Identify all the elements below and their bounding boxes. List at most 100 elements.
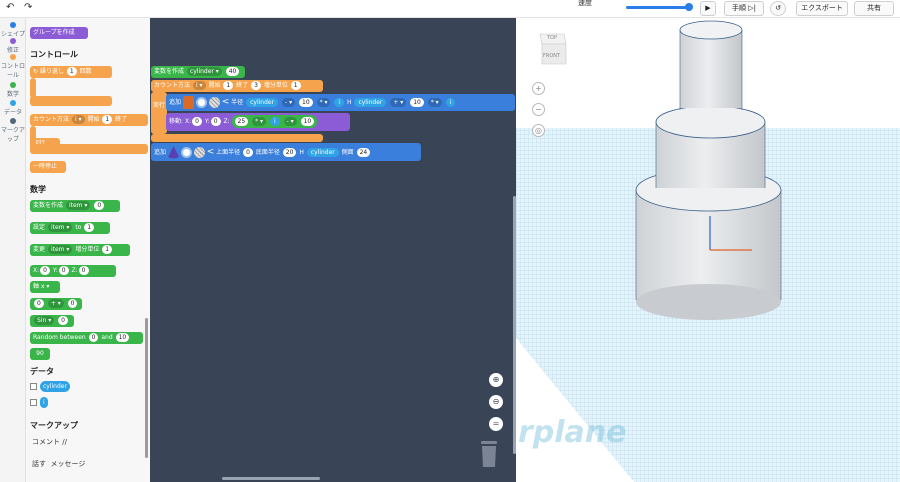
category-control[interactable]: コントロール	[0, 54, 26, 79]
palette-change-var-block[interactable]: 変更 item ▾ 増分単位 1	[30, 244, 130, 256]
ws-count-block[interactable]: カウント方法 i ▾ 開始 1 終了 3 増分単位 1	[151, 80, 323, 92]
view-cube-front[interactable]: FRONT	[543, 53, 560, 59]
share-button[interactable]: 共有	[854, 1, 894, 16]
view-cube-top[interactable]: TOP	[547, 35, 557, 41]
solid-color-icon[interactable]	[180, 147, 192, 158]
random-b[interactable]: 10	[115, 333, 130, 342]
category-modify[interactable]: 修正	[0, 38, 26, 54]
redo-icon[interactable]: ↷	[24, 2, 32, 13]
ws-bottom-radius[interactable]: 20	[282, 148, 297, 157]
sin-value[interactable]: 0	[58, 316, 68, 325]
category-math[interactable]: 数学	[0, 82, 26, 98]
ws-move-z-expr[interactable]: 25 * ▾ i - ▾ 10	[231, 115, 318, 128]
solid-color-icon[interactable]	[195, 97, 207, 108]
ws-collapse-arrow[interactable]: <	[222, 97, 230, 107]
palette-repeat-block[interactable]: ↻ 繰り返し 1 回数	[30, 66, 112, 78]
workspace-scrollbar-horizontal[interactable]	[222, 477, 320, 480]
ws-move-y[interactable]: 0	[210, 117, 221, 126]
ws-n2[interactable]: 10	[410, 98, 424, 107]
random-a[interactable]: 0	[88, 333, 99, 342]
ws-cone-var-cylinder[interactable]: cylinder	[306, 148, 339, 157]
speed-slider[interactable]	[626, 6, 688, 9]
ws-var-cylinder[interactable]: cylinder	[246, 98, 279, 107]
ws-side-value[interactable]: 24	[356, 148, 371, 157]
ws-create-var-dropdown[interactable]: cylinder ▾	[186, 67, 222, 76]
ws-op4[interactable]: * ▾	[427, 98, 442, 107]
play-button[interactable]: ▶	[700, 1, 716, 16]
zoom-reset-button[interactable]: =	[489, 417, 503, 431]
palette-pause-block[interactable]: 一時停止	[30, 161, 66, 173]
undo-icon[interactable]: ↶	[6, 2, 14, 13]
set-var-value[interactable]: 1	[84, 223, 95, 232]
view-zoom-out-button[interactable]: −	[532, 103, 545, 116]
view-cube[interactable]: TOP FRONT	[538, 30, 568, 66]
ws-move-var-i[interactable]: i	[269, 117, 280, 126]
ws-move-op[interactable]: * ▾	[252, 117, 267, 126]
palette-set-var-block[interactable]: 設定 item ▾ to 1	[30, 222, 110, 234]
palette-say-block[interactable]: 話す メッセージ	[32, 459, 85, 469]
palette-comment-block[interactable]: コメント //	[32, 437, 67, 447]
3d-viewport[interactable]	[516, 18, 900, 482]
palette-scrollbar[interactable]	[145, 318, 148, 458]
palette-create-var-block[interactable]: 変数を作成 item ▾ 0	[30, 200, 120, 212]
palette-number-block[interactable]: 90	[30, 348, 50, 360]
hole-pattern-icon[interactable]	[193, 147, 205, 158]
ws-var-i[interactable]: i	[334, 98, 345, 107]
ws-n1[interactable]: 10	[299, 98, 313, 107]
ws-count-end[interactable]: 3	[251, 81, 261, 90]
palette-count-block[interactable]: カウント方法 i ▾ 開始 1 終了	[30, 114, 148, 126]
data-checkbox-i[interactable]	[30, 399, 37, 406]
cone-shape-icon[interactable]	[167, 146, 179, 159]
arith-op-dropdown[interactable]: + ▾	[47, 299, 64, 308]
ws-top-radius[interactable]: 0	[243, 148, 253, 157]
export-button[interactable]: エクスポート	[796, 1, 848, 16]
palette-axis-block[interactable]: 軸 x ▾	[30, 281, 60, 293]
speed-slider-knob[interactable]	[685, 3, 693, 11]
ws-op1[interactable]: - ▾	[281, 98, 296, 107]
palette-sin-block[interactable]: Sin ▾ 0	[30, 315, 74, 327]
ws-move-n[interactable]: 10	[300, 117, 315, 126]
sin-dropdown[interactable]: Sin ▾	[34, 316, 55, 325]
palette-group-create-block[interactable]: グループを作成	[30, 27, 88, 39]
cylinder-shape-icon[interactable]	[182, 96, 194, 109]
palette-var-i[interactable]: i	[40, 397, 48, 408]
ws-count-start[interactable]: 1	[223, 81, 234, 90]
ws-move-block[interactable]: 移動: X: 0 Y: 0 Z: 25 * ▾ i - ▾ 10	[166, 113, 350, 131]
view-zoom-in-button[interactable]: +	[532, 82, 545, 95]
ws-move-x[interactable]: 0	[192, 117, 202, 126]
ws-collapse-arrow[interactable]: <	[207, 147, 215, 157]
zoom-out-button[interactable]: ⊖	[489, 395, 503, 409]
category-markup[interactable]: マークアップ	[0, 118, 26, 143]
set-var-dropdown[interactable]: item ▾	[47, 223, 73, 232]
category-shapes[interactable]: シェイプ	[0, 22, 26, 38]
count-var-dropdown[interactable]: i ▾	[71, 115, 85, 124]
count-start[interactable]: 1	[102, 115, 113, 124]
hole-pattern-icon[interactable]	[208, 97, 220, 108]
trash-icon[interactable]	[479, 440, 499, 467]
step-button[interactable]: 手順 ▷|	[724, 1, 764, 16]
change-var-dropdown[interactable]: item ▾	[47, 245, 73, 254]
palette-random-block[interactable]: Random between 0 and 10	[30, 332, 143, 344]
data-checkbox-cylinder[interactable]	[30, 383, 37, 390]
ws-op2[interactable]: * ▾	[316, 98, 331, 107]
shape-top-tier[interactable]	[680, 30, 742, 108]
view-orbit-button[interactable]: ◎	[532, 124, 545, 137]
ws-move-z-value[interactable]: 25	[234, 117, 249, 126]
repeat-count[interactable]: 1	[66, 67, 77, 76]
zoom-in-button[interactable]: ⊕	[489, 373, 503, 387]
reset-button[interactable]: ↺	[770, 1, 786, 16]
ws-count-var-dropdown[interactable]: i ▾	[192, 81, 206, 90]
ws-op3[interactable]: + ▾	[390, 98, 407, 107]
ws-var-cylinder-2[interactable]: cylinder	[354, 98, 387, 107]
xyz-x-value[interactable]: 0	[40, 266, 50, 275]
palette-xyz-block[interactable]: X: 0 Y: 0 Z: 0	[30, 265, 116, 277]
ws-create-var-value[interactable]: 40	[225, 67, 240, 76]
ws-add-cone-block[interactable]: 追加 < 上面半径 0 底面半径 20 H cylinder 側面 24	[151, 143, 421, 161]
ws-add-cylinder-block[interactable]: 追加 < 半径 cylinder - ▾ 10 * ▾ i H cylinder…	[166, 94, 515, 111]
xyz-y-value[interactable]: 0	[58, 266, 69, 275]
ws-var-i-2[interactable]: i	[445, 98, 456, 107]
ws-move-op2[interactable]: - ▾	[283, 117, 297, 126]
create-var-value[interactable]: 0	[94, 201, 105, 210]
change-var-value[interactable]: 1	[102, 245, 113, 254]
xyz-z-value[interactable]: 0	[78, 266, 89, 275]
